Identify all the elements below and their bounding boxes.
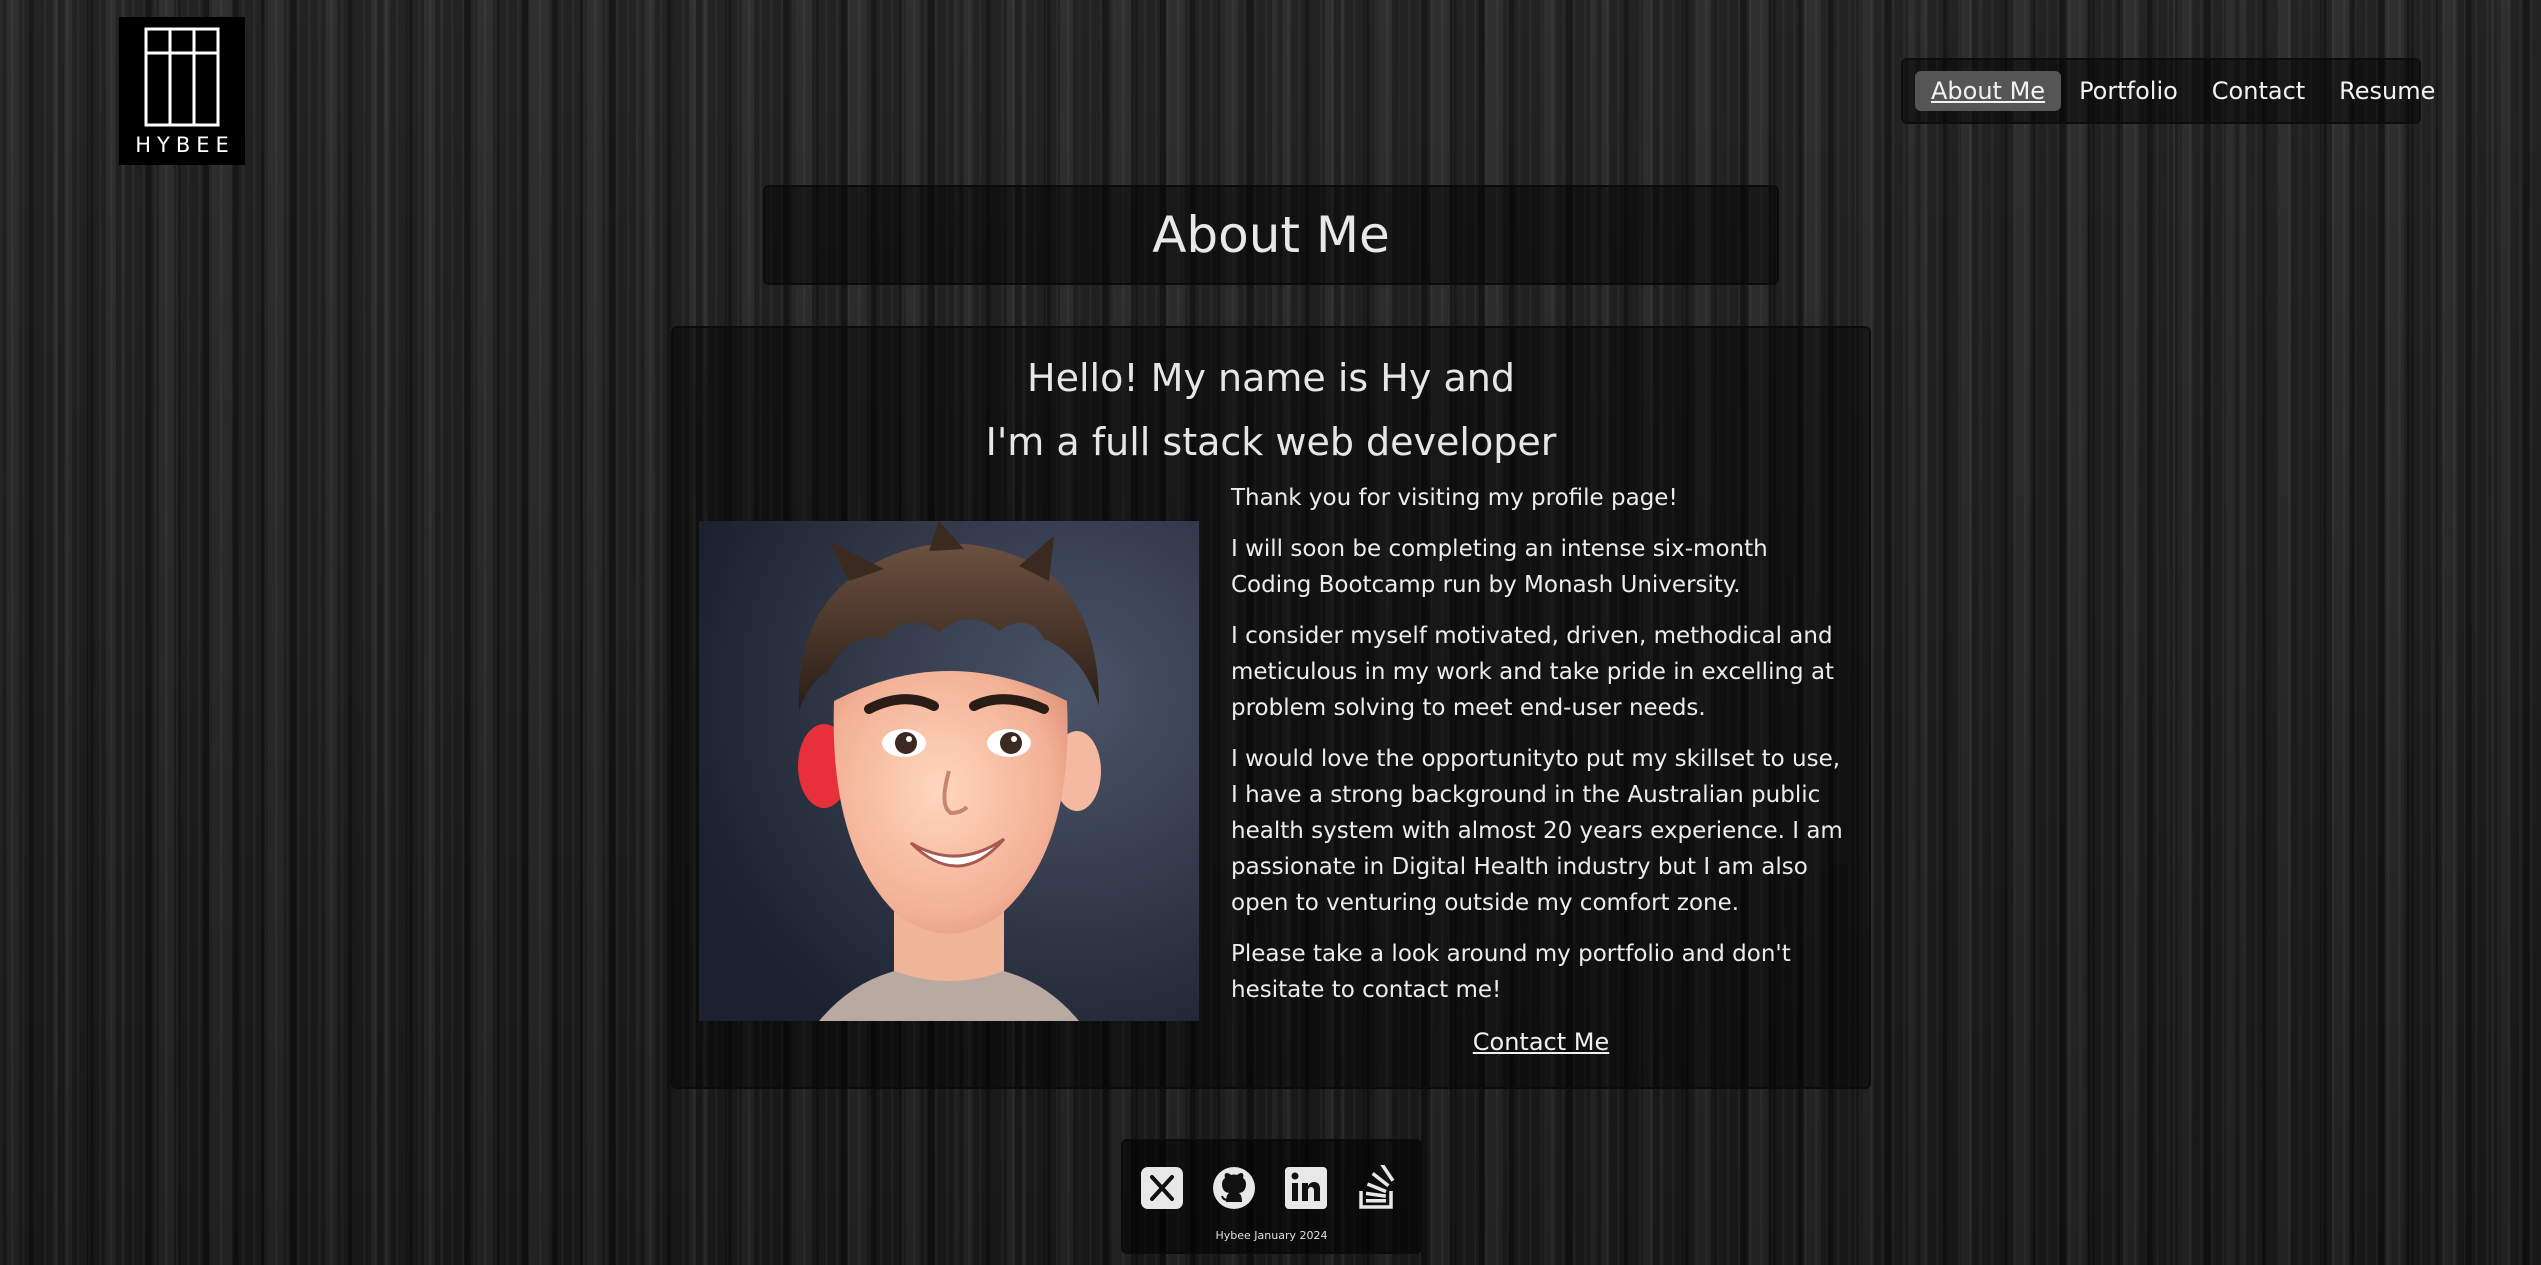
- bio-paragraph: I will soon be completing an intense six…: [1231, 536, 1768, 598]
- nav-item-resume[interactable]: Resume: [2323, 71, 2451, 111]
- about-card: Hello! My name is Hy and I'm a full stac…: [671, 326, 1871, 1089]
- github-icon[interactable]: [1211, 1165, 1257, 1211]
- footer-copyright: Hybee January 2024: [1215, 1229, 1328, 1242]
- x-icon[interactable]: [1139, 1165, 1185, 1211]
- contact-me-link[interactable]: Contact Me: [1231, 1028, 1851, 1056]
- bio-paragraph: I consider myself motivated, driven, met…: [1231, 623, 1835, 721]
- greeting-line-1: Hello! My name is Hy and: [1027, 356, 1515, 400]
- bio-paragraph: I would love the opportunityto put my sk…: [1231, 746, 1843, 916]
- bio-text: Thank you for visiting my profile page! …: [1231, 480, 1851, 1023]
- page-title-banner: About Me: [763, 185, 1779, 285]
- nav-item-portfolio[interactable]: Portfolio: [2063, 71, 2194, 111]
- greeting-line-2: I'm a full stack web developer: [985, 420, 1557, 464]
- bio-paragraph: Thank you for visiting my profile page!: [1231, 485, 1678, 511]
- main-nav: About Me Portfolio Contact Resume: [1901, 58, 2435, 124]
- bio-paragraph: Please take a look around my portfolio a…: [1231, 941, 1791, 1003]
- hybee-logo-icon: [144, 27, 220, 127]
- footer: Hybee January 2024: [1121, 1139, 1422, 1254]
- nav-item-contact[interactable]: Contact: [2196, 71, 2321, 111]
- stackoverflow-icon[interactable]: [1355, 1165, 1401, 1211]
- nav-item-about-me[interactable]: About Me: [1915, 71, 2062, 111]
- hybee-logo[interactable]: HYBEE: [119, 17, 245, 165]
- social-links: [1139, 1165, 1401, 1211]
- logo-text: HYBEE: [135, 133, 235, 157]
- linkedin-icon[interactable]: [1283, 1165, 1329, 1211]
- profile-avatar: [699, 521, 1199, 1021]
- greeting: Hello! My name is Hy and I'm a full stac…: [673, 346, 1869, 474]
- page-title: About Me: [1152, 206, 1390, 264]
